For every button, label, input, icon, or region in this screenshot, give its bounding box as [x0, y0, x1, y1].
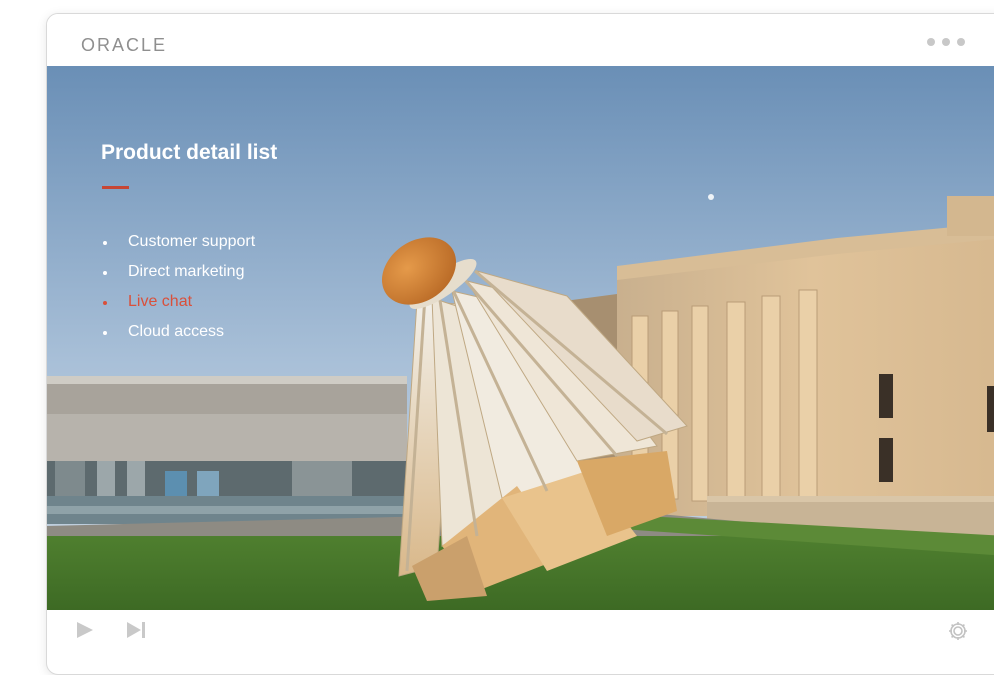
bullet-dot	[103, 271, 107, 275]
bullet-label: Customer support	[128, 233, 256, 250]
title-accent-bar	[102, 186, 129, 189]
more-dots-icon[interactable]	[927, 38, 965, 46]
bullet-list: Customer support Direct marketing Live c…	[102, 232, 255, 352]
playback-controls	[47, 610, 994, 654]
bullet-dot	[103, 331, 107, 335]
slide-stage: Product detail list Customer support Dir…	[47, 66, 994, 610]
player-header: ORACLE	[47, 14, 994, 66]
bullet-label: Direct marketing	[128, 263, 245, 280]
skip-next-icon[interactable]	[125, 620, 149, 645]
bullet-dot	[103, 241, 107, 245]
bullet-item: Customer support	[102, 232, 255, 262]
bullet-item-active: Live chat	[102, 292, 255, 322]
oracle-logo: ORACLE	[81, 35, 168, 55]
player-card: ORACLE Product detail list Customer supp…	[46, 13, 994, 675]
bullet-item: Cloud access	[102, 322, 255, 352]
bullet-label: Live chat	[128, 293, 193, 310]
bullet-label: Cloud access	[128, 323, 225, 340]
gear-icon[interactable]	[947, 620, 969, 647]
bullet-dot	[103, 301, 107, 305]
play-icon[interactable]	[75, 620, 95, 645]
bullet-item: Direct marketing	[102, 262, 255, 292]
slide-title: Product detail list	[101, 141, 278, 164]
